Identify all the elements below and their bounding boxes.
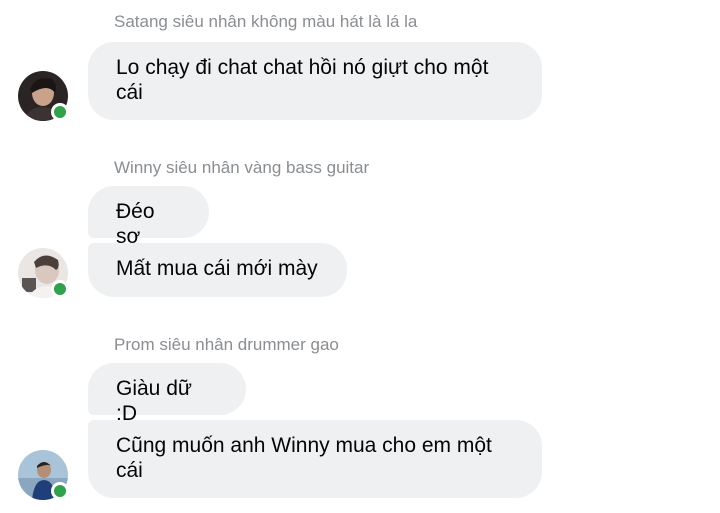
message-text: Mất mua cái mới mày <box>116 257 318 280</box>
sender-name: Satang siêu nhân không màu hát là lá la <box>114 12 418 31</box>
sender-name: Prom siêu nhân drummer gao <box>114 335 339 354</box>
message-bubble[interactable]: Giàu dữ :D <box>88 363 246 425</box>
message-bubble[interactable]: Mất mua cái mới mày <box>88 243 347 297</box>
message-bubble[interactable]: Đéo sợ <box>88 186 209 248</box>
message-bubble[interactable]: Lo chạy đi chat chat hồi nó giựt cho một… <box>88 42 542 120</box>
online-status-icon <box>51 103 69 121</box>
sender-name: Winny siêu nhân vàng bass guitar <box>114 158 370 177</box>
avatar[interactable] <box>18 248 69 298</box>
message-text: Giàu dữ :D <box>116 377 192 425</box>
online-status-icon <box>51 482 69 500</box>
message-text: Đéo sợ <box>116 200 155 248</box>
avatar[interactable] <box>18 450 69 500</box>
avatar[interactable] <box>18 71 69 121</box>
chat-thread: Satang siêu nhân không màu hát là lá la … <box>0 0 720 513</box>
message-text: Cũng muốn anh Winny mua cho em một cái <box>116 434 492 482</box>
message-bubble[interactable]: Cũng muốn anh Winny mua cho em một cái <box>88 420 542 498</box>
message-text: Lo chạy đi chat chat hồi nó giựt cho một… <box>116 56 489 104</box>
online-status-icon <box>51 280 69 298</box>
